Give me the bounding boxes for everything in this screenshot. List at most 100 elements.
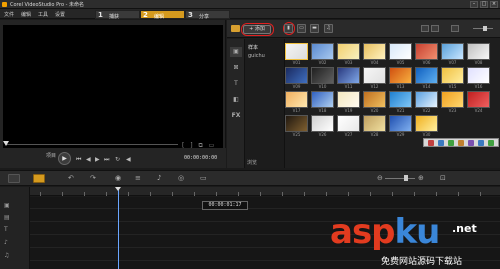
playhead-handle[interactable] <box>115 187 121 191</box>
timeline-zoom-slider[interactable] <box>385 178 415 179</box>
media-thumbnail[interactable] <box>415 115 438 132</box>
repeat-icon[interactable]: ↻ <box>115 156 120 163</box>
mixer-icon[interactable]: ≡ <box>135 174 141 182</box>
play-icon[interactable]: ▶ <box>58 152 71 165</box>
popup-purple-icon[interactable] <box>468 140 474 146</box>
menu-tools[interactable]: 工具 <box>38 11 48 18</box>
media-thumbnail[interactable] <box>311 91 334 108</box>
maximize-button[interactable]: □ <box>480 1 488 8</box>
media-thumbnail[interactable] <box>311 67 334 84</box>
music-track-icon[interactable]: ♫ <box>4 252 9 259</box>
sort-icon[interactable] <box>451 25 459 32</box>
title-track-icon[interactable]: T <box>4 226 8 233</box>
menu-edit[interactable]: 编辑 <box>21 11 31 18</box>
undo-icon[interactable]: ↶ <box>68 174 74 182</box>
grid-view-icon[interactable] <box>431 25 439 32</box>
media-thumbnail[interactable] <box>311 43 334 60</box>
menu-file[interactable]: 文件 <box>4 11 14 18</box>
media-thumbnail[interactable] <box>467 67 490 84</box>
volume-icon[interactable]: ◀ <box>126 156 131 163</box>
minimize-button[interactable]: – <box>470 1 478 8</box>
step-share[interactable]: 3 分享 <box>185 10 230 20</box>
popup-orange-icon[interactable] <box>458 140 464 146</box>
redo-icon[interactable]: ↷ <box>90 174 96 182</box>
media-thumbnail[interactable] <box>337 91 360 108</box>
title-icon[interactable]: T <box>230 79 242 89</box>
fit-project-icon[interactable]: ⊡ <box>440 174 446 182</box>
step-capture[interactable]: 1 捕获 <box>95 10 140 20</box>
subtitle-icon[interactable]: ▭ <box>200 174 207 182</box>
media-thumbnail[interactable] <box>467 43 490 60</box>
timeline-ruler[interactable] <box>30 187 500 196</box>
to-start-icon[interactable]: ⏮ <box>76 156 81 164</box>
media-thumbnail[interactable] <box>285 91 308 108</box>
media-thumbnail[interactable] <box>389 115 412 132</box>
media-thumbnail[interactable] <box>337 43 360 60</box>
media-thumbnail[interactable] <box>363 43 386 60</box>
zoom-out-icon[interactable]: ⊖ <box>377 174 383 182</box>
media-thumbnail[interactable] <box>389 43 412 60</box>
preview-timecode[interactable]: 00:00:00:00 <box>184 155 217 161</box>
media-thumbnail[interactable] <box>285 43 308 60</box>
media-thumbnail[interactable] <box>441 67 464 84</box>
media-thumbnail[interactable] <box>363 115 386 132</box>
popup-blue2-icon[interactable] <box>478 140 484 146</box>
media-thumbnail[interactable] <box>441 91 464 108</box>
thumbnail-context-popup[interactable] <box>423 138 499 147</box>
next-frame-icon[interactable]: ▶ <box>95 156 100 163</box>
media-thumbnail[interactable] <box>415 67 438 84</box>
popup-green2-icon[interactable] <box>488 140 494 146</box>
zoom-in-icon[interactable]: ⊕ <box>418 174 424 182</box>
auto-music-icon[interactable]: ♪ <box>157 174 161 182</box>
motion-track-icon[interactable]: ◎ <box>178 174 184 182</box>
transition-icon[interactable]: ⊠ <box>230 63 242 73</box>
preview-scrubber[interactable] <box>6 144 178 145</box>
timeline-view-button[interactable] <box>33 174 45 183</box>
media-thumbnail[interactable] <box>363 67 386 84</box>
ruler-tick <box>326 192 327 196</box>
media-thumbnail[interactable] <box>389 91 412 108</box>
close-button[interactable]: × <box>490 1 498 8</box>
popup-red-icon[interactable] <box>428 140 434 146</box>
media-thumbnail[interactable] <box>415 43 438 60</box>
media-thumbnail[interactable] <box>311 115 334 132</box>
fx-icon[interactable]: FX <box>230 111 242 121</box>
media-thumbnail[interactable] <box>389 67 412 84</box>
list-view-icon[interactable] <box>421 25 429 32</box>
video-filter-icon[interactable]: ▮ <box>284 24 293 33</box>
menu-settings[interactable]: 设置 <box>55 11 65 18</box>
audio-filter-icon[interactable]: ♫ <box>324 24 333 33</box>
step-edit[interactable]: 2 编辑 <box>140 10 185 20</box>
folder-item-sample[interactable]: 样本 <box>248 44 258 51</box>
scrubber-handle[interactable] <box>3 141 9 146</box>
folder-filter-icon[interactable]: ▬ <box>310 24 319 33</box>
video-track-icon[interactable]: ▣ <box>4 202 10 209</box>
browse-label[interactable]: 浏览 <box>247 159 257 166</box>
graphic-icon[interactable]: ◧ <box>230 95 242 105</box>
media-thumbnail[interactable] <box>285 67 308 84</box>
prev-frame-icon[interactable]: ◀ <box>86 156 91 163</box>
zoom-slider-handle[interactable] <box>483 26 487 31</box>
media-thumbnail[interactable] <box>363 91 386 108</box>
timeline-zoom-handle[interactable] <box>404 175 408 181</box>
folder-item-guichu[interactable]: guichu <box>248 53 265 59</box>
media-thumbnail[interactable] <box>467 91 490 108</box>
add-button[interactable]: + 添加 <box>243 25 271 34</box>
image-filter-icon[interactable]: ▭ <box>297 24 306 33</box>
playhead[interactable] <box>118 189 119 269</box>
media-icon[interactable]: ▣ <box>230 47 242 57</box>
media-thumbnail[interactable] <box>337 115 360 132</box>
voice-track-icon[interactable]: ♪ <box>4 239 8 246</box>
project-mode-label[interactable]: 项目 <box>46 152 56 159</box>
overlay-track-icon[interactable]: ▤ <box>4 214 10 221</box>
storyboard-view-button[interactable] <box>8 174 20 183</box>
media-thumbnail[interactable] <box>337 67 360 84</box>
media-thumbnail[interactable] <box>415 91 438 108</box>
folder-icon[interactable] <box>231 25 240 32</box>
media-thumbnail[interactable] <box>285 115 308 132</box>
popup-blue-icon[interactable] <box>438 140 444 146</box>
record-icon[interactable]: ◉ <box>115 174 121 182</box>
popup-green-icon[interactable] <box>448 140 454 146</box>
media-thumbnail[interactable] <box>441 43 464 60</box>
to-end-icon[interactable]: ⏭ <box>104 156 109 164</box>
